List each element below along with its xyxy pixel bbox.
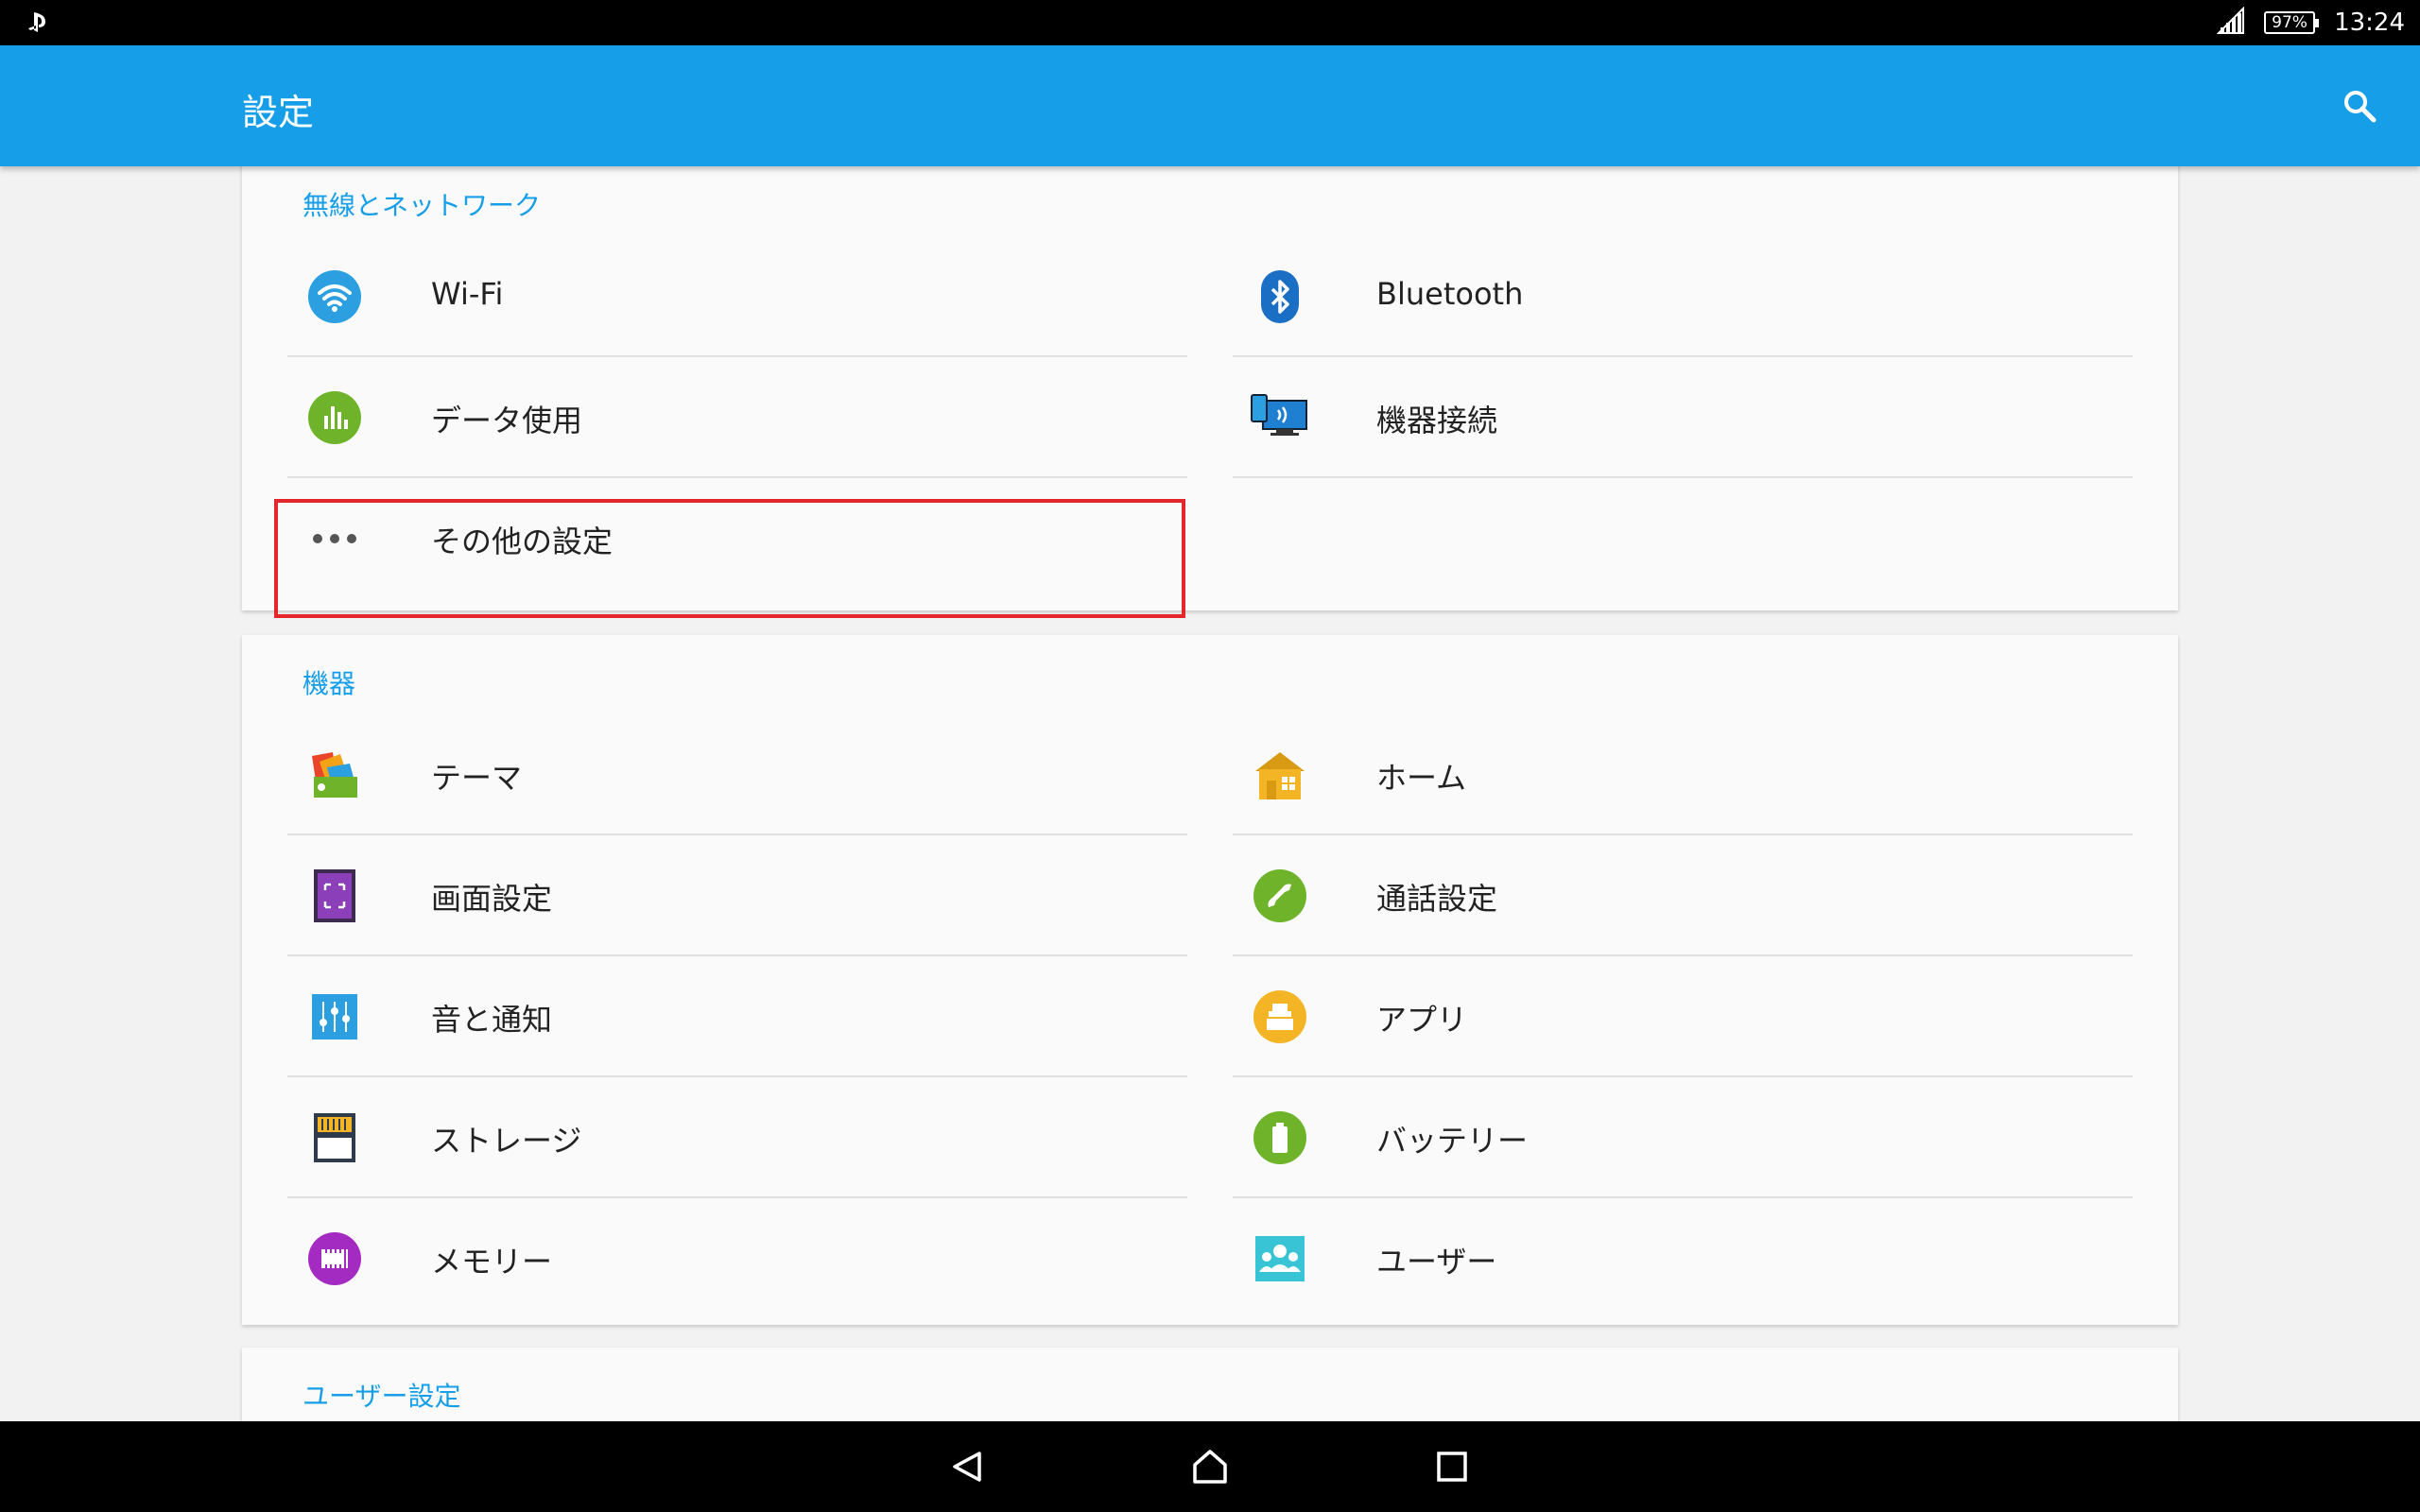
users-icon <box>1253 1232 1306 1285</box>
divider <box>1233 476 2133 478</box>
user-settings-card: ユーザー設定 <box>242 1348 2178 1421</box>
battery-icon <box>1253 1111 1306 1164</box>
battery-status: 97% <box>2264 11 2320 34</box>
search-icon <box>2344 91 2377 123</box>
section-header-wireless: 無線とネットワーク <box>302 190 542 221</box>
settings-list[interactable]: 無線とネットワーク Wi-Fi Bluetooth データ使用 機器接続 その他… <box>0 166 2420 1421</box>
home-item[interactable]: ホーム <box>1233 714 2133 835</box>
home-nav-icon <box>1193 1450 1227 1484</box>
status-time: 13:24 <box>2334 9 2405 37</box>
users-item[interactable]: ユーザー <box>1233 1198 2133 1319</box>
battery-item[interactable]: バッテリー <box>1233 1077 2133 1198</box>
data-usage-item[interactable]: データ使用 <box>287 357 1187 478</box>
memory-item[interactable]: メモリー <box>287 1198 1187 1319</box>
home-label: ホーム <box>1376 760 1467 796</box>
users-label: ユーザー <box>1376 1244 1497 1280</box>
bluetooth-icon <box>1253 270 1306 323</box>
device-connection-label: 機器接続 <box>1376 403 1498 438</box>
navigation-bar <box>0 1421 2420 1512</box>
memory-label: メモリー <box>431 1244 553 1280</box>
apps-icon <box>1253 990 1306 1043</box>
sound-label: 音と通知 <box>431 1002 553 1038</box>
theme-label: テーマ <box>431 760 523 796</box>
app-bar: 設定 <box>0 45 2420 166</box>
bluetooth-item[interactable]: Bluetooth <box>1233 236 2133 357</box>
call-settings-item[interactable]: 通話設定 <box>1233 835 2133 956</box>
wifi-label: Wi-Fi <box>431 276 504 312</box>
device-card: 機器 テーマ ホーム 画面設定 通話設定 音と通知 アプリ ストレージ バッテリ… <box>242 635 2178 1325</box>
storage-label: ストレージ <box>431 1123 582 1159</box>
storage-item[interactable]: ストレージ <box>287 1077 1187 1198</box>
battery-label: バッテリー <box>1376 1123 1529 1159</box>
display-label: 画面設定 <box>431 881 553 917</box>
sound-item[interactable]: 音と通知 <box>287 956 1187 1077</box>
page-title: 設定 <box>242 92 315 133</box>
section-header-device: 機器 <box>302 668 356 699</box>
back-icon <box>953 1452 981 1482</box>
bluetooth-label: Bluetooth <box>1376 276 1524 312</box>
wifi-item[interactable]: Wi-Fi <box>287 236 1187 357</box>
more-settings-label: その他の設定 <box>431 524 614 559</box>
memory-chip-icon <box>308 1232 361 1285</box>
wireless-network-card: 無線とネットワーク Wi-Fi Bluetooth データ使用 機器接続 その他… <box>242 166 2178 610</box>
wifi-icon <box>308 270 361 323</box>
device-connection-item[interactable]: 機器接続 <box>1233 357 2133 478</box>
theme-item[interactable]: テーマ <box>287 714 1187 835</box>
display-icon <box>308 869 361 922</box>
recents-button[interactable] <box>1426 1440 1478 1493</box>
signal-icon <box>2216 6 2245 39</box>
phone-icon <box>1253 869 1306 922</box>
search-button[interactable] <box>2337 83 2382 129</box>
bar-chart-icon <box>308 391 361 444</box>
home-button[interactable] <box>1184 1440 1236 1493</box>
back-button[interactable] <box>942 1440 994 1493</box>
apps-item[interactable]: アプリ <box>1233 956 2133 1077</box>
section-header-user-settings: ユーザー設定 <box>302 1381 461 1412</box>
monitor-phone-icon <box>1250 391 1310 444</box>
sd-card-icon <box>308 1111 361 1164</box>
status-bar: 97% 13:24 <box>0 0 2420 45</box>
equalizer-icon <box>308 990 361 1043</box>
home-icon <box>1253 748 1306 801</box>
apps-label: アプリ <box>1376 1002 1468 1038</box>
data-usage-label: データ使用 <box>431 403 583 438</box>
more-settings-item[interactable]: その他の設定 <box>287 478 1187 599</box>
call-settings-label: 通話設定 <box>1376 881 1498 917</box>
more-dots-icon <box>308 512 361 565</box>
theme-icon <box>308 748 361 801</box>
recents-icon <box>1437 1452 1467 1482</box>
battery-percent: 97% <box>2272 13 2308 32</box>
playstation-icon <box>25 9 51 36</box>
display-item[interactable]: 画面設定 <box>287 835 1187 956</box>
